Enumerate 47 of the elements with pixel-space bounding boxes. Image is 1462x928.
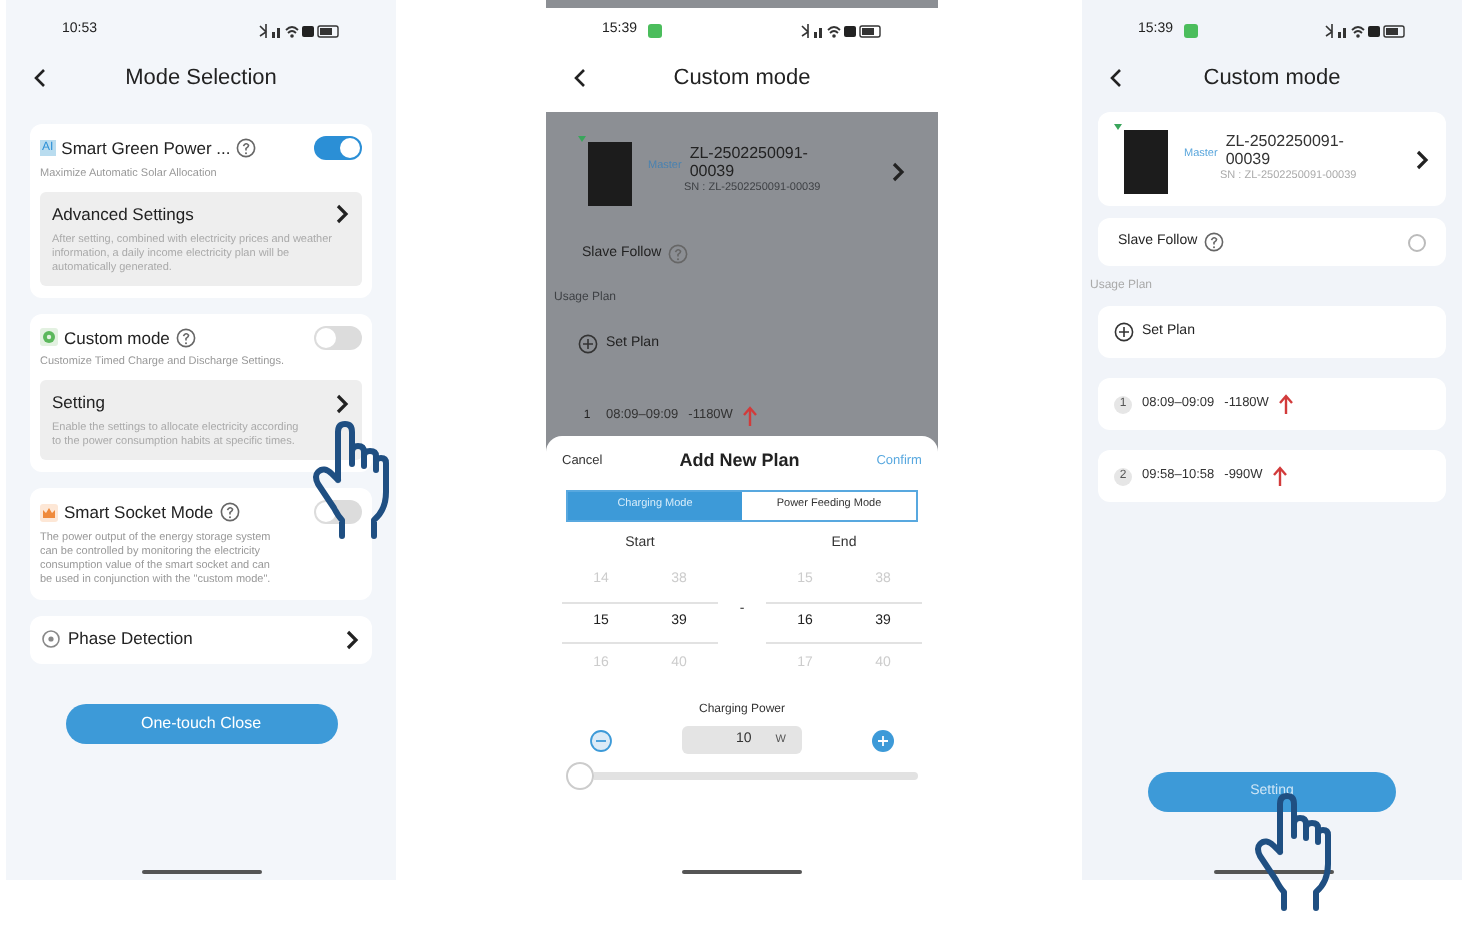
help-icon[interactable] — [1203, 232, 1224, 252]
device-model: ZL-2502250091-00039 — [689, 144, 810, 181]
screen-title: Custom mode — [673, 63, 811, 94]
one-touch-close-button[interactable]: One-touch Close — [65, 703, 337, 744]
back-icon[interactable] — [574, 68, 586, 88]
settings-label: Setting — [52, 390, 105, 416]
arrow-up-icon — [1278, 394, 1295, 414]
settings-label: Advanced Settings — [52, 201, 194, 227]
target-icon — [42, 630, 60, 649]
toggle-switch[interactable] — [314, 136, 362, 161]
crown-icon — [40, 503, 58, 522]
plus-button-icon[interactable] — [872, 729, 894, 751]
help-icon[interactable] — [175, 327, 196, 348]
mode-label: Custom mode — [64, 325, 170, 351]
chevron-right-icon[interactable] — [334, 204, 350, 225]
pointing-hand-icon — [1252, 792, 1336, 912]
chevron-right-icon[interactable] — [334, 393, 350, 414]
screen-title: Custom mode — [1203, 63, 1341, 94]
battery-unit-image — [578, 136, 632, 206]
toggle-switch[interactable] — [314, 325, 362, 350]
back-icon[interactable] — [34, 68, 46, 88]
arrow-up-icon — [742, 406, 759, 426]
help-icon[interactable] — [236, 138, 257, 159]
mode-label: Smart Socket Mode — [64, 500, 214, 526]
slider-thumb[interactable] — [566, 762, 594, 790]
status-icons-drawing — [800, 21, 882, 39]
plus-circle-icon — [1114, 322, 1134, 342]
battery-unit-image — [1114, 124, 1168, 194]
status-icons-drawing — [258, 21, 340, 39]
pointing-hand-icon — [310, 420, 394, 540]
gear-icon — [40, 328, 58, 347]
device-model: ZL-2502250091-00039 — [1225, 132, 1346, 169]
app-notification-icon — [647, 23, 662, 37]
help-icon[interactable] — [219, 502, 240, 523]
chevron-right-icon[interactable] — [1414, 149, 1430, 169]
mode-label: Smart Green Power ... — [61, 136, 231, 162]
screen-title: Mode Selection — [125, 63, 277, 94]
status-icons-drawing — [1324, 21, 1406, 39]
chevron-right-icon[interactable] — [344, 629, 360, 650]
app-notification-icon — [1183, 23, 1198, 37]
minus-button-icon[interactable] — [590, 729, 612, 751]
plus-circle-icon — [578, 334, 598, 354]
arrow-up-icon — [1272, 466, 1289, 486]
phase-detection-row[interactable]: Phase Detection — [30, 615, 372, 664]
sheet-title: Add New Plan — [679, 448, 800, 474]
radio-button[interactable] — [1408, 233, 1426, 251]
back-icon[interactable] — [1110, 68, 1122, 88]
